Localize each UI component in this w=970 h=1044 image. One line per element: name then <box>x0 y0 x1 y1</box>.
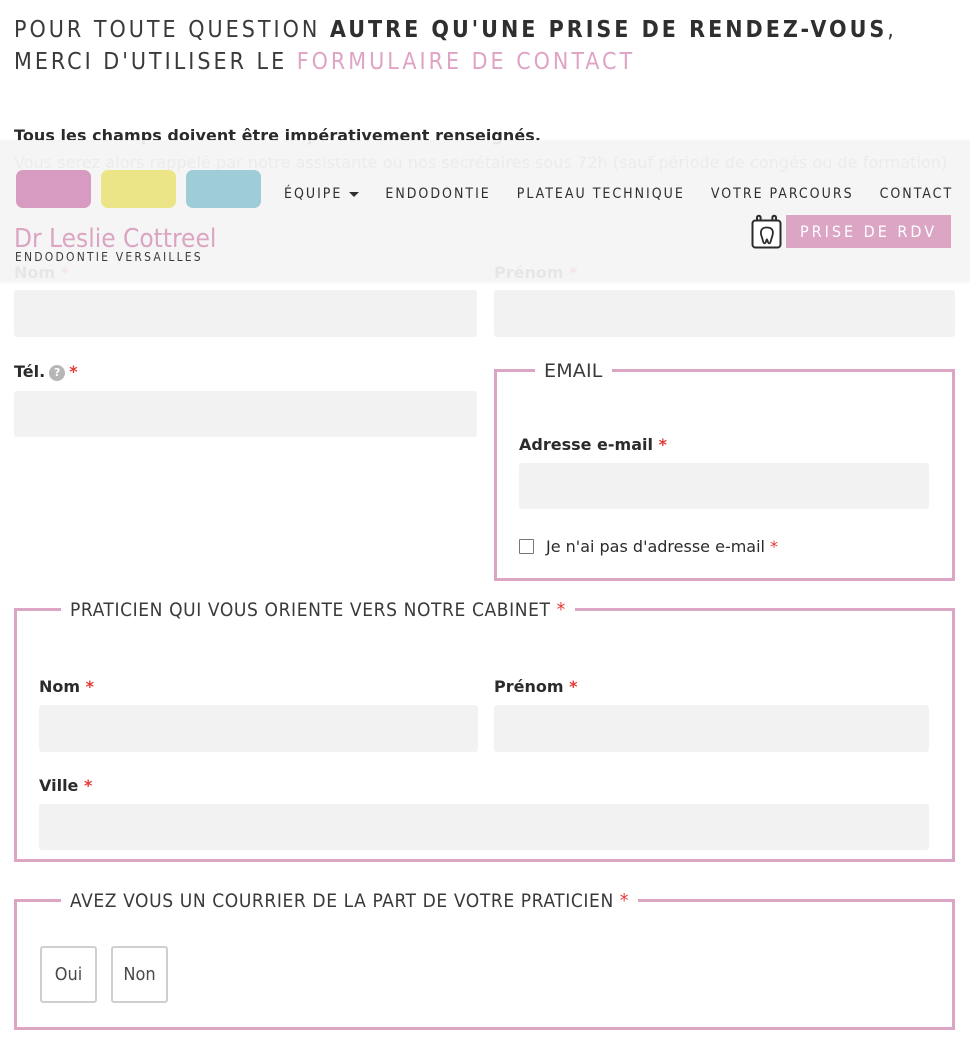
praticien-prenom-label: Prénom * <box>494 677 578 696</box>
praticien-prenom-input[interactable] <box>494 705 929 752</box>
praticien-fieldset-legend: PRATICIEN QUI VOUS ORIENTE VERS NOTRE CA… <box>61 599 575 621</box>
main-navigation: ÉQUIPE ENDODONTIE PLATEAU TECHNIQUE VOTR… <box>284 186 953 202</box>
nav-item-equipe-label: ÉQUIPE <box>284 186 343 202</box>
help-icon[interactable]: ? <box>49 365 66 381</box>
praticien-ville-label: Ville * <box>39 776 93 795</box>
nav-item-endodontie[interactable]: ENDODONTIE <box>385 186 490 202</box>
page-title-line2-prefix: MERCI D'UTILISER LE <box>14 49 297 75</box>
praticien-nom-input[interactable] <box>39 705 478 752</box>
no-email-checkbox[interactable] <box>519 539 534 554</box>
courrier-option-oui[interactable]: Oui <box>40 946 97 1003</box>
nav-item-contact[interactable]: CONTACT <box>880 186 954 202</box>
prise-de-rdv-button[interactable]: PRISE DE RDV <box>786 215 951 248</box>
prenom-input[interactable] <box>494 290 955 337</box>
page-title: POUR TOUTE QUESTION AUTRE QU'UNE PRISE D… <box>14 14 954 78</box>
page-title-line1-prefix: POUR TOUTE QUESTION <box>14 17 330 43</box>
nav-item-plateau-technique[interactable]: PLATEAU TECHNIQUE <box>517 186 685 202</box>
logo-swatch-blue <box>186 170 261 208</box>
no-email-checkbox-row[interactable]: Je n'ai pas d'adresse e-mail * <box>519 537 778 556</box>
page-title-line1-suffix: , <box>887 17 897 43</box>
nav-item-votre-parcours[interactable]: VOTRE PARCOURS <box>711 186 854 202</box>
no-email-checkbox-label: Je n'ai pas d'adresse e-mail <box>546 537 765 556</box>
telephone-label: Tél.? * <box>14 362 78 381</box>
page-title-line1-strong: AUTRE QU'UNE PRISE DE RENDEZ-VOUS <box>329 17 888 43</box>
logo-swatch-pink <box>16 170 91 208</box>
courrier-fieldset-legend: AVEZ VOUS UN COURRIER DE LA PART DE VOTR… <box>61 890 639 912</box>
chevron-down-icon <box>349 191 360 197</box>
email-address-input[interactable] <box>519 463 929 509</box>
nom-input[interactable] <box>14 290 477 337</box>
contact-form-link[interactable]: FORMULAIRE DE CONTACT <box>297 49 635 75</box>
email-fieldset-legend: EMAIL <box>535 360 612 382</box>
courrier-option-non[interactable]: Non <box>111 946 168 1003</box>
logo-swatches <box>16 170 261 208</box>
brand-subtitle: ENDODONTIE VERSAILLES <box>15 250 203 264</box>
logo-swatch-yellow <box>101 170 176 208</box>
courrier-choice-group: Oui Non <box>40 946 168 1003</box>
site-header: Dr Leslie Cottreel ENDODONTIE VERSAILLES… <box>0 140 970 281</box>
calendar-tooth-icon[interactable] <box>750 214 783 250</box>
email-address-label: Adresse e-mail * <box>519 435 667 454</box>
praticien-nom-label: Nom * <box>39 677 95 696</box>
telephone-input[interactable] <box>14 391 477 437</box>
nav-item-equipe[interactable]: ÉQUIPE <box>284 186 360 202</box>
praticien-ville-input[interactable] <box>39 804 929 850</box>
